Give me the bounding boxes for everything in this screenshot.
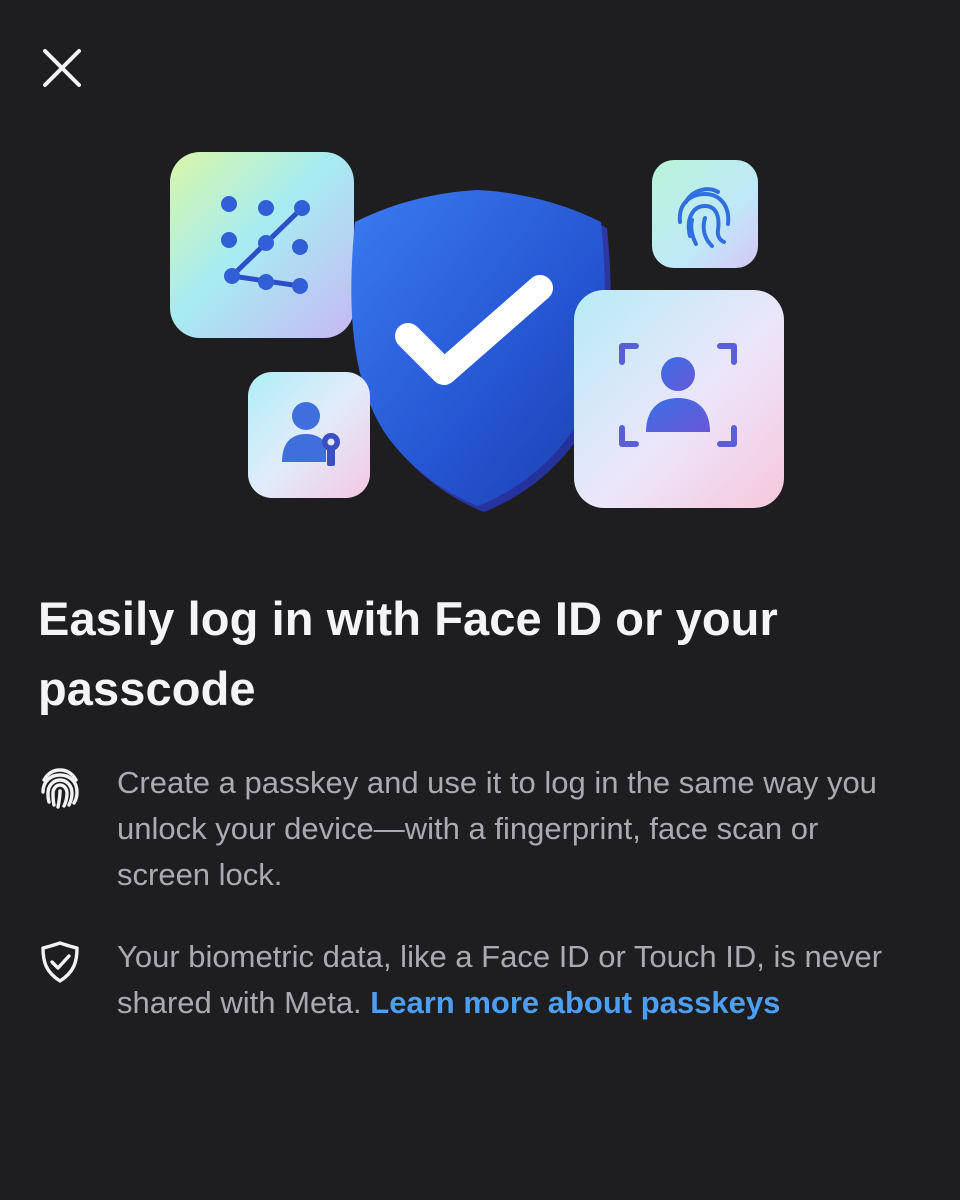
passkey-description: Create a passkey and use it to log in th… xyxy=(117,765,877,892)
fingerprint-tile xyxy=(652,160,758,268)
page-title: Easily log in with Face ID or your passc… xyxy=(38,592,778,715)
close-icon xyxy=(43,49,81,87)
learn-more-link[interactable]: Learn more about passkeys xyxy=(370,985,780,1020)
fingerprint-icon xyxy=(41,768,79,809)
hero-illustration xyxy=(160,140,800,520)
close-button[interactable] xyxy=(40,46,84,90)
face-scan-tile xyxy=(574,290,784,508)
pattern-lock-tile xyxy=(170,152,354,338)
privacy-description: Your biometric data, like a Face ID or T… xyxy=(117,934,917,1026)
shield-tile xyxy=(351,190,611,512)
shield-check-icon xyxy=(41,941,79,983)
user-key-tile xyxy=(248,372,370,498)
